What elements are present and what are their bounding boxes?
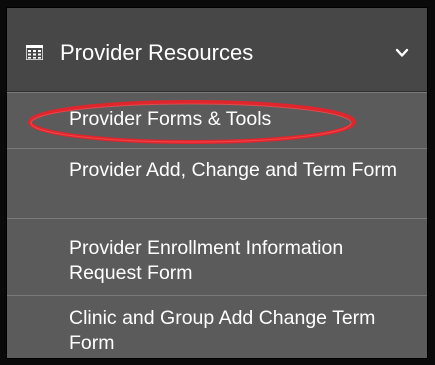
sidebar-menu: Provider Resources Provider Forms & Tool… xyxy=(7,8,427,358)
menu-item-label: Clinic and Group Add Change Term Form xyxy=(69,307,376,354)
provider-resources-menu-header[interactable]: Provider Resources xyxy=(7,8,427,92)
chevron-down-icon[interactable] xyxy=(395,46,409,60)
menu-header-title: Provider Resources xyxy=(60,40,254,65)
menu-item-provider-enrollment-information-request-form[interactable]: Provider Enrollment Information Request … xyxy=(7,219,427,296)
menu-item-label: Provider Enrollment Information Request … xyxy=(69,237,344,284)
menu-item-provider-add-change-term-form[interactable]: Provider Add, Change and Term Form xyxy=(7,149,427,219)
screenshot-frame: Provider Resources Provider Forms & Tool… xyxy=(0,0,435,365)
calendar-icon xyxy=(26,45,43,60)
menu-item-provider-forms-tools[interactable]: Provider Forms & Tools xyxy=(7,92,427,149)
menu-item-clinic-group-add-change-term-form[interactable]: Clinic and Group Add Change Term Form xyxy=(7,296,427,358)
menu-item-label: Provider Forms & Tools xyxy=(69,108,272,130)
menu-item-label: Provider Add, Change and Term Form xyxy=(69,159,398,181)
